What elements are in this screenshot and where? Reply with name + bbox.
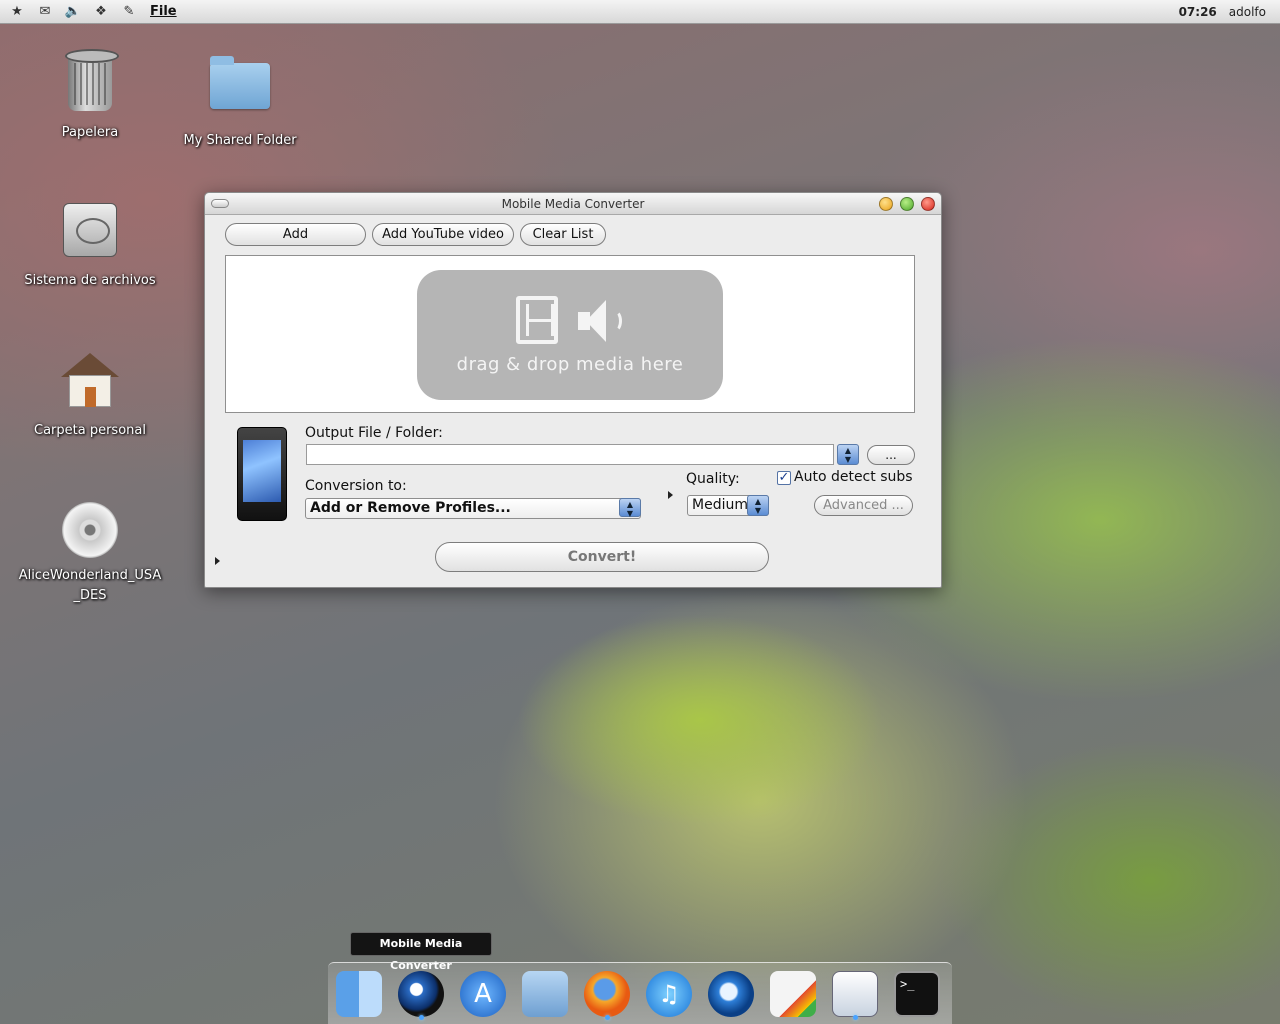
mail-icon[interactable]: ✉	[34, 3, 56, 21]
firefox-icon[interactable]	[584, 971, 630, 1017]
desktop-icon-label: Sistema de archivos	[24, 273, 156, 288]
dropbox-icon[interactable]: ❖	[90, 3, 112, 21]
desktop-icon-home[interactable]: Carpeta personal	[15, 353, 165, 438]
home-icon	[60, 353, 120, 413]
quality-arrows[interactable]: ▲ ▼	[747, 495, 769, 516]
dock-running-indicator	[605, 1015, 610, 1020]
desktop-icon-shared-folder[interactable]: My Shared Folder	[165, 55, 315, 148]
advanced-button[interactable]: Advanced ...	[814, 495, 913, 516]
conversion-profile-value: Add or Remove Profiles...	[310, 500, 511, 516]
add-youtube-video-button[interactable]: Add YouTube video	[372, 223, 514, 246]
desktop-icon-label: My Shared Folder	[183, 133, 297, 148]
quicktime-icon[interactable]	[708, 971, 754, 1017]
add-button[interactable]: Add	[225, 223, 366, 246]
dock-tooltip: Mobile Media Converter	[350, 932, 492, 972]
desktop-icon-dvd[interactable]: AliceWonderland_USA _DES	[15, 502, 165, 606]
auto-detect-subs-label: Auto detect subs	[794, 469, 913, 485]
folder-icon	[210, 56, 270, 123]
brush-icon[interactable]: ✎	[118, 3, 140, 21]
maximize-button[interactable]	[900, 197, 914, 211]
minimize-button[interactable]	[879, 197, 893, 211]
drop-zone-label: drag & drop media here	[456, 354, 684, 375]
auto-detect-subs-checkbox[interactable]: ✓	[777, 471, 791, 485]
convert-button[interactable]: Convert!	[435, 542, 769, 572]
expand-triangle-icon[interactable]	[668, 491, 673, 499]
desktop-icon-trash[interactable]: Papelera	[15, 49, 165, 140]
output-folder-label: Output File / Folder:	[305, 425, 443, 441]
output-folder-input[interactable]	[306, 444, 834, 465]
window-titlebar[interactable]: Mobile Media Converter	[205, 193, 941, 215]
volume-icon[interactable]: 🔈	[62, 3, 84, 21]
clock[interactable]: 07:26	[1179, 5, 1217, 19]
finder-icon[interactable]	[336, 971, 382, 1017]
menu-file[interactable]: File	[150, 4, 177, 19]
media-converter-icon[interactable]	[398, 971, 444, 1017]
desktop-icon-label: Carpeta personal	[34, 423, 146, 438]
media-list[interactable]: drag & drop media here	[225, 255, 915, 413]
window-shade-button[interactable]	[211, 199, 229, 208]
desktop-icon-filesystem[interactable]: Sistema de archivos	[15, 203, 165, 288]
dock-running-indicator	[419, 1015, 424, 1020]
browse-button[interactable]: ...	[867, 445, 915, 465]
device-phone-image	[237, 427, 287, 521]
dock-running-indicator	[853, 1015, 858, 1020]
desktop-icon-label: Papelera	[61, 125, 119, 140]
top-panel: ★ ✉ 🔈 ❖ ✎ File 07:26 adolfo	[0, 0, 1280, 24]
dvd-icon	[60, 502, 120, 562]
hard-drive-icon	[60, 203, 120, 263]
conversion-label: Conversion to:	[305, 478, 407, 494]
speaker-icon	[578, 296, 624, 344]
terminal-icon[interactable]: >_	[894, 971, 940, 1017]
user-name[interactable]: adolfo	[1229, 5, 1266, 19]
app-store-icon[interactable]: A	[460, 971, 506, 1017]
close-button[interactable]	[921, 197, 935, 211]
quality-value: Medium	[692, 497, 748, 513]
quality-label: Quality:	[686, 471, 740, 487]
itunes-icon[interactable]: ♫	[646, 971, 692, 1017]
conversion-profile-arrows[interactable]: ▲ ▼	[619, 498, 641, 518]
user-folder-icon[interactable]	[522, 971, 568, 1017]
output-folder-dropdown[interactable]: ▲ ▼	[837, 444, 859, 465]
film-icon	[516, 296, 558, 344]
drop-zone[interactable]: drag & drop media here	[417, 270, 723, 400]
desktop-icon-label: AliceWonderland_USA _DES	[18, 568, 162, 603]
app-menu-icon[interactable]: ★	[6, 3, 28, 21]
window-title: Mobile Media Converter	[501, 197, 645, 211]
mobile-media-converter-window: Mobile Media Converter Add Add YouTube v…	[204, 192, 942, 588]
system-monitor-icon[interactable]	[770, 971, 816, 1017]
log-expand-triangle-icon[interactable]	[215, 557, 220, 565]
clear-list-button[interactable]: Clear List	[520, 223, 606, 246]
trash-icon	[60, 49, 120, 115]
text-editor-icon[interactable]	[832, 971, 878, 1017]
conversion-profile-select[interactable]: Add or Remove Profiles...	[305, 498, 641, 519]
